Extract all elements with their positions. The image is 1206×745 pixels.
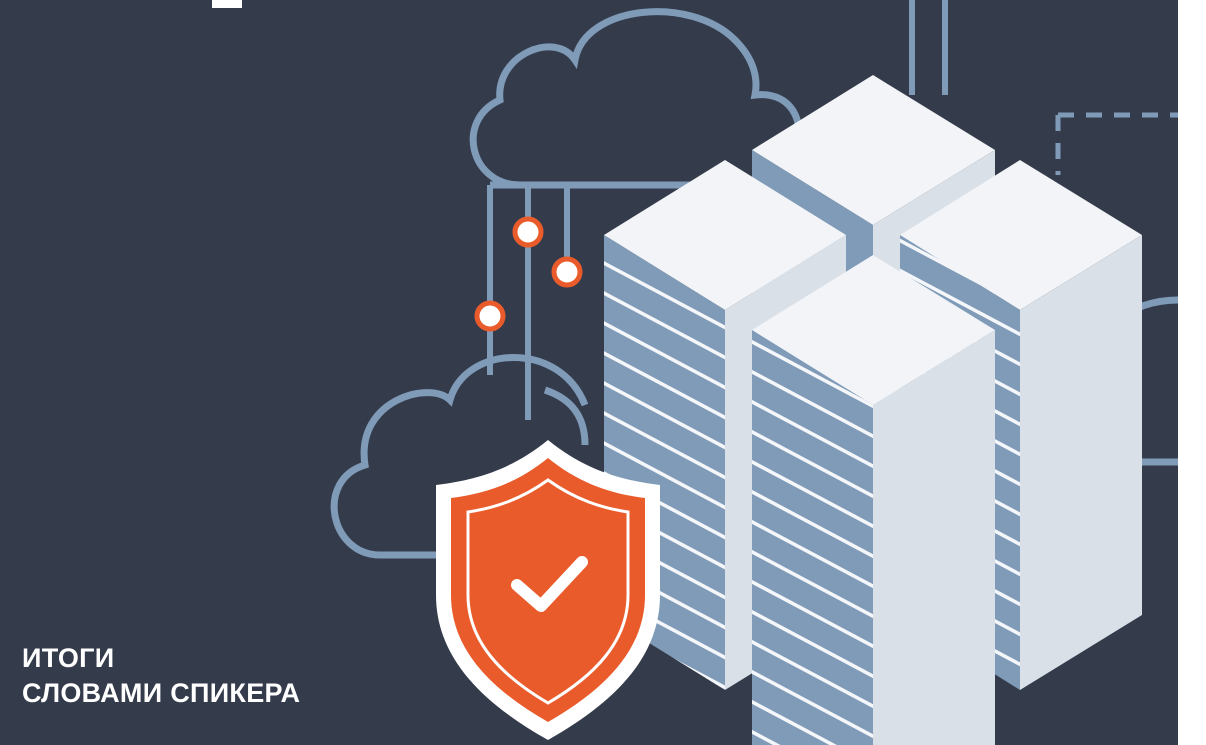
cloud-security-illustration (212, 0, 1178, 745)
cloud-icon (469, 8, 803, 189)
dashed-frame (1055, 112, 1178, 175)
caption-line-2: СЛОВАМИ СПИКЕРА (22, 678, 301, 708)
title-fragment (212, 0, 242, 8)
illustration-panel: ИТОГИ СЛОВАМИ СПИКЕРА (0, 0, 1178, 745)
caption-line-1: ИТОГИ (22, 643, 115, 673)
caption: ИТОГИ СЛОВАМИ СПИКЕРА (22, 641, 300, 711)
server-rack-icon (752, 255, 995, 745)
shield-check-icon (436, 440, 660, 740)
